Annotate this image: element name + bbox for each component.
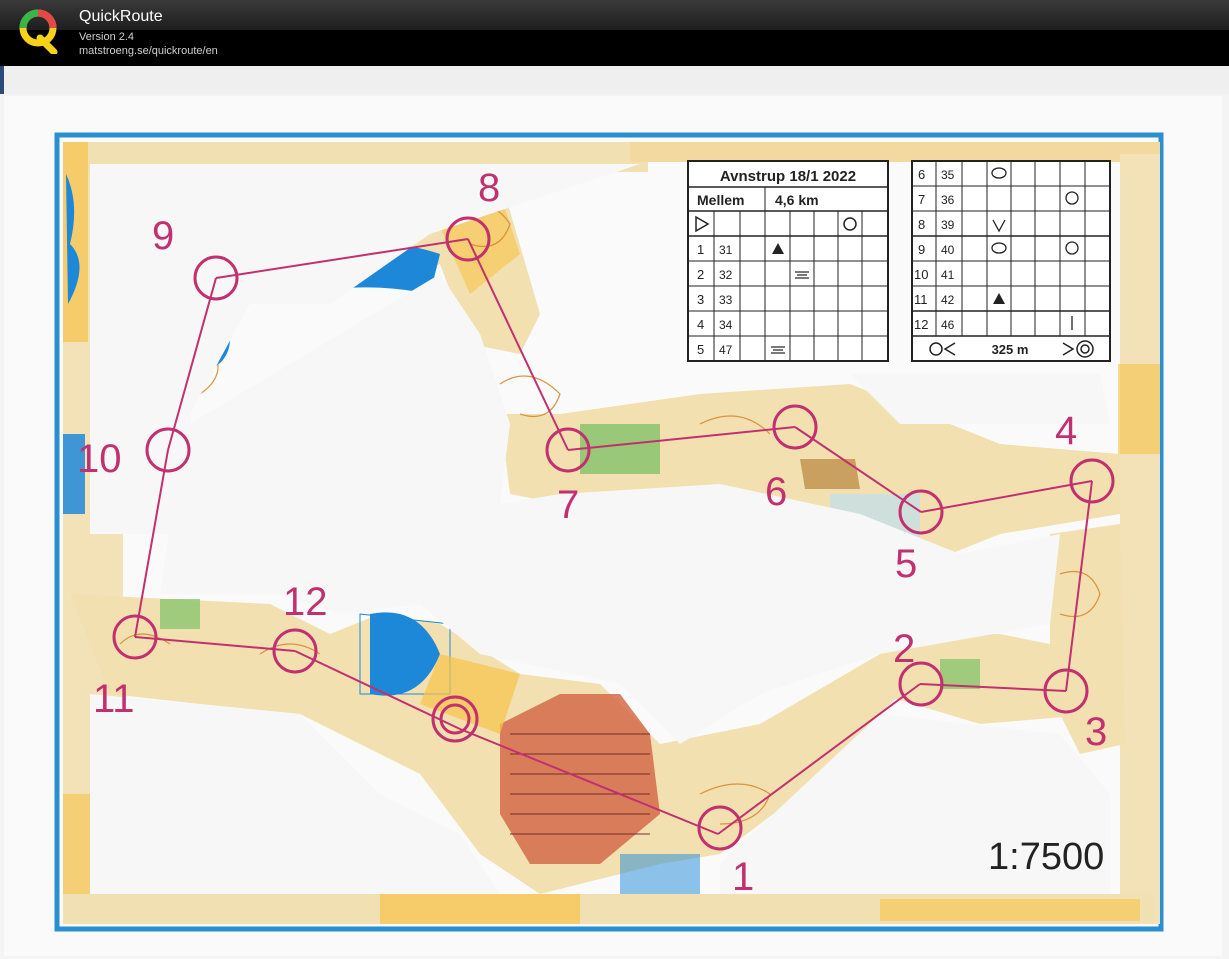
svg-text:6: 6	[918, 167, 925, 182]
svg-text:2: 2	[697, 267, 704, 282]
course-class: Mellem	[697, 192, 744, 208]
event-title: Avnstrup 18/1 2022	[720, 168, 856, 185]
svg-text:35: 35	[941, 168, 955, 182]
control-number-10: 10	[77, 437, 122, 481]
svg-text:11: 11	[914, 292, 928, 307]
control-number-3: 3	[1085, 710, 1107, 754]
svg-text:41: 41	[941, 268, 955, 282]
control-number-7: 7	[557, 483, 579, 527]
control-number-11: 11	[93, 677, 135, 721]
control-description-right: 6 35 7 36 8 39 9 40 10 41 11 42 12 46 325 m	[911, 160, 1111, 362]
app-title: QuickRoute	[79, 8, 163, 25]
svg-text:8: 8	[918, 217, 925, 232]
app-url[interactable]: matstroeng.se/quickroute/en	[79, 45, 218, 57]
quickroute-logo-icon	[19, 9, 58, 54]
map-scale: 1:7500	[988, 836, 1104, 878]
control-number-5: 5	[895, 542, 917, 586]
svg-text:1: 1	[697, 242, 704, 257]
svg-text:10: 10	[914, 267, 928, 282]
svg-text:3: 3	[697, 292, 704, 307]
control-number-1: 1	[732, 855, 754, 899]
control-number-12: 12	[283, 580, 328, 624]
control-number-2: 2	[893, 627, 915, 671]
svg-text:9: 9	[918, 242, 925, 257]
svg-text:7: 7	[918, 192, 925, 207]
svg-text:40: 40	[941, 243, 955, 257]
control-description-left: Avnstrup 18/1 2022 Mellem 4,6 km 1 31 2 32…	[687, 160, 889, 362]
orienteering-map[interactable]: 1 2 3 4 5 6 7 8 9 10 11 12 1:7500 Avnstr…	[0, 94, 1229, 959]
control-number-8: 8	[478, 166, 500, 210]
svg-text:32: 32	[719, 268, 733, 282]
course-length: 4,6 km	[775, 192, 819, 208]
svg-text:36: 36	[941, 193, 955, 207]
control-number-9: 9	[152, 214, 174, 258]
title-bar	[0, 0, 1229, 30]
svg-text:5: 5	[697, 342, 704, 357]
svg-text:31: 31	[719, 243, 733, 257]
svg-text:33: 33	[719, 293, 733, 307]
control-number-6: 6	[765, 470, 787, 514]
svg-text:46: 46	[941, 318, 955, 332]
svg-text:42: 42	[941, 293, 955, 307]
toolbar-strip	[0, 66, 1229, 94]
control-number-4: 4	[1055, 409, 1077, 453]
finish-distance: 325 m	[992, 342, 1029, 357]
svg-text:39: 39	[941, 218, 955, 232]
svg-text:34: 34	[719, 318, 733, 332]
svg-text:47: 47	[719, 343, 733, 357]
app-version: Version 2.4	[79, 31, 135, 43]
svg-text:12: 12	[914, 317, 928, 332]
svg-text:4: 4	[697, 317, 704, 332]
